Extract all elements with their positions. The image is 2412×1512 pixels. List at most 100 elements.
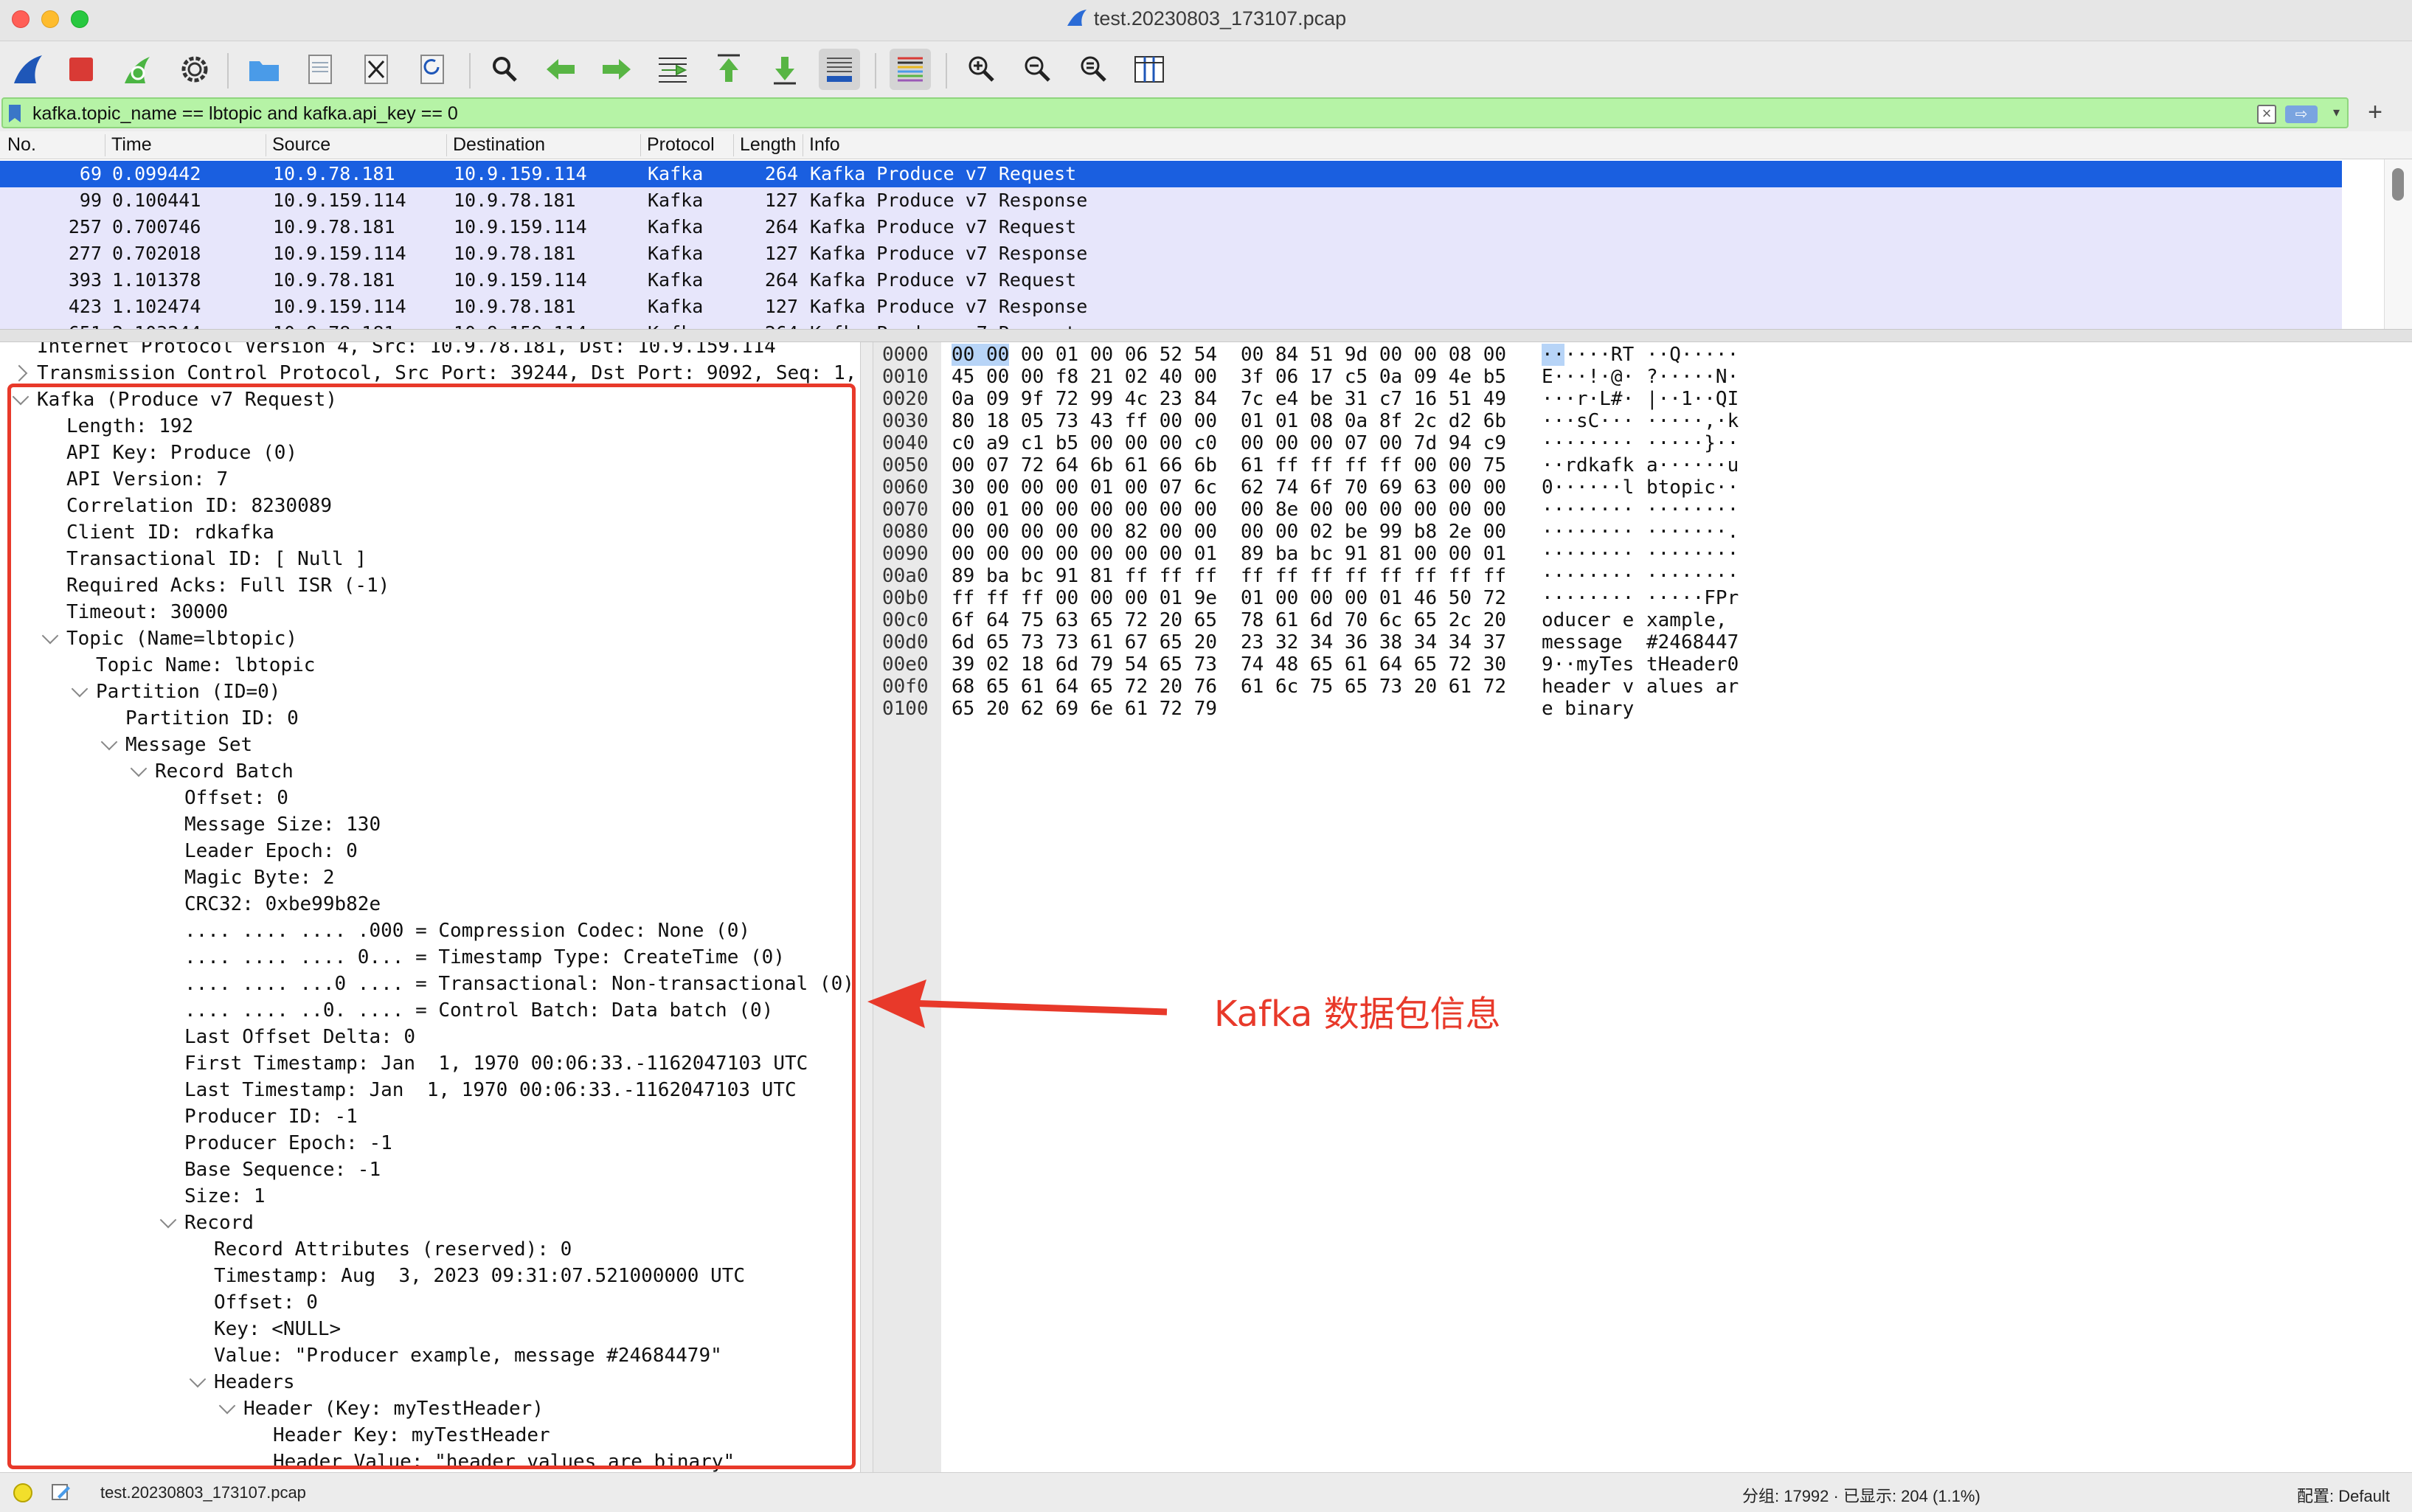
detail-tree-item[interactable]: Producer ID: -1	[184, 1103, 358, 1130]
byte-hex-group[interactable]: 89 ba bc 91 81 00 00 01	[1241, 543, 1506, 565]
byte-ascii-group[interactable]: #2468447	[1646, 631, 1739, 653]
expand-chevron-icon[interactable]	[130, 760, 148, 777]
byte-hex-group[interactable]: 30 00 00 00 01 00 07 6c	[952, 476, 1217, 499]
byte-ascii-group[interactable]: ······RT	[1542, 344, 1634, 366]
display-filter-input[interactable]: kafka.topic_name == lbtopic and kafka.ap…	[32, 103, 458, 125]
resize-columns-icon[interactable]	[1129, 49, 1170, 90]
byte-ascii-group[interactable]: ········	[1646, 543, 1739, 565]
go-forward-icon[interactable]	[596, 49, 637, 90]
detail-tree-item[interactable]: Length: 192	[66, 413, 193, 440]
save-file-icon[interactable]	[299, 49, 341, 90]
detail-tree-item[interactable]: Base Sequence: -1	[184, 1156, 381, 1183]
byte-hex-group[interactable]: c0 a9 c1 b5 00 00 00 c0	[952, 432, 1217, 454]
byte-hex-group[interactable]: 45 00 00 f8 21 02 40 00	[952, 366, 1217, 388]
byte-ascii-group[interactable]: btopic··	[1646, 476, 1739, 499]
byte-ascii-group[interactable]: |··1··QI	[1646, 388, 1739, 410]
detail-tree-item[interactable]: Size: 1	[184, 1183, 266, 1210]
byte-ascii-group[interactable]: ········	[1542, 543, 1634, 565]
detail-tree-item[interactable]: Transmission Control Protocol, Src Port:…	[37, 360, 856, 386]
byte-ascii-group[interactable]: a······u	[1646, 454, 1739, 476]
byte-ascii-group[interactable]: ·······.	[1646, 521, 1739, 543]
packet-details-pane[interactable]: Internet Protocol Version 4, Src: 10.9.7…	[0, 342, 860, 1472]
column-header-time[interactable]: Time	[105, 134, 152, 156]
selected-bytes[interactable]: 00 00	[952, 344, 1010, 366]
packet-row[interactable]: 393 1.101378 10.9.78.181 10.9.159.114 Kafka 2…	[0, 267, 2342, 294]
first-packet-icon[interactable]	[708, 49, 749, 90]
byte-ascii-group[interactable]: 9··myTes	[1542, 653, 1634, 676]
byte-hex-group[interactable]: 80 18 05 73 43 ff 00 00	[952, 410, 1217, 432]
detail-tree-item[interactable]: API Key: Produce (0)	[66, 440, 297, 466]
detail-tree-item[interactable]: Producer Epoch: -1	[184, 1130, 392, 1156]
detail-tree-item[interactable]: Timeout: 30000	[66, 599, 228, 625]
detail-tree-item[interactable]: Last Offset Delta: 0	[184, 1024, 415, 1050]
normal-size-icon[interactable]	[1072, 49, 1114, 90]
byte-hex-group[interactable]: ff ff ff 00 00 00 01 9e	[952, 587, 1217, 609]
byte-ascii-group[interactable]: message	[1542, 631, 1634, 653]
byte-ascii-group[interactable]: ···r·L#·	[1542, 388, 1634, 410]
detail-tree-item[interactable]: Leader Epoch: 0	[184, 838, 358, 864]
detail-tree-item[interactable]: Headers	[214, 1369, 295, 1395]
byte-ascii-group[interactable]: ·····FPr	[1646, 587, 1739, 609]
open-folder-icon[interactable]	[243, 49, 285, 90]
packet-list-scrollbar[interactable]	[2384, 159, 2412, 329]
byte-hex-group[interactable]: 01 00 00 00 01 46 50 72	[1241, 587, 1506, 609]
byte-ascii-group[interactable]: xample,	[1646, 609, 1739, 631]
byte-hex-group[interactable]: 7c e4 be 31 c7 16 51 49	[1241, 388, 1506, 410]
byte-ascii-group[interactable]: ········	[1542, 587, 1634, 609]
packet-row[interactable]: 651 2.103244 10.9.78.181 10.9.159.114 Kafka 2…	[0, 320, 2342, 329]
expand-chevron-icon[interactable]	[71, 680, 89, 698]
detail-tree-item[interactable]: Topic Name: lbtopic	[96, 652, 315, 679]
byte-ascii-group[interactable]: ···sC···	[1542, 410, 1634, 432]
byte-hex-group[interactable]: 23 32 34 36 38 34 34 37	[1241, 631, 1506, 653]
options-gear-icon[interactable]	[174, 49, 215, 90]
byte-ascii-group[interactable]: ········	[1646, 565, 1739, 587]
detail-tree-item[interactable]: Partition ID: 0	[125, 705, 299, 732]
pane-splitter[interactable]	[0, 329, 2412, 342]
detail-tree-item[interactable]: Key: <NULL>	[214, 1316, 341, 1342]
detail-tree-item[interactable]: Record Attributes (reserved): 0	[214, 1236, 572, 1263]
byte-hex-group[interactable]: 00 00 00 00 00 82 00 00	[952, 521, 1217, 543]
collapse-chevron-icon[interactable]	[10, 364, 28, 382]
byte-ascii-group[interactable]: ········	[1646, 499, 1739, 521]
packet-row[interactable]: 277 0.702018 10.9.159.114 10.9.78.181 Kafka 1…	[0, 240, 2342, 267]
detail-tree-item[interactable]: Internet Protocol Version 4, Src: 10.9.7…	[37, 342, 776, 360]
byte-hex-group[interactable]: 68 65 61 64 65 72 20 76	[952, 676, 1217, 698]
bookmark-icon[interactable]	[9, 105, 21, 122]
reload-icon[interactable]	[412, 49, 453, 90]
expand-chevron-icon[interactable]	[218, 1397, 236, 1415]
byte-hex-group[interactable]: 00 01 00 00 00 00 00 00	[952, 499, 1217, 521]
scrollbar-thumb[interactable]	[2392, 168, 2404, 201]
detail-tree-item[interactable]: Last Timestamp: Jan 1, 1970 00:06:33.-11…	[184, 1077, 797, 1103]
detail-tree-item[interactable]: Partition (ID=0)	[96, 679, 280, 705]
expand-chevron-icon[interactable]	[41, 627, 59, 645]
colorize-icon[interactable]	[890, 49, 931, 90]
detail-tree-item[interactable]: Timestamp: Aug 3, 2023 09:31:07.52100000…	[214, 1263, 745, 1289]
detail-tree-item[interactable]: Value: "Producer example, message #24684…	[214, 1342, 722, 1369]
autoscroll-icon[interactable]	[819, 49, 860, 90]
expert-info-icon[interactable]	[13, 1483, 32, 1502]
status-profile[interactable]: 配置: Default	[2297, 1483, 2390, 1507]
column-header-source[interactable]: Source	[266, 134, 330, 156]
byte-ascii-group[interactable]: ········	[1542, 432, 1634, 454]
column-header-length[interactable]: Length	[733, 134, 796, 156]
byte-ascii-group[interactable]: ········	[1542, 565, 1634, 587]
byte-hex-group[interactable]: 00 8e 00 00 00 00 00 00	[1241, 499, 1506, 521]
byte-hex-group[interactable]: 00 07 72 64 6b 61 66 6b	[952, 454, 1217, 476]
detail-tree-item[interactable]: CRC32: 0xbe99b82e	[184, 891, 381, 918]
column-header-protocol[interactable]: Protocol	[640, 134, 715, 156]
detail-tree-item[interactable]: Header Key: myTestHeader	[273, 1422, 550, 1449]
detail-tree-item[interactable]: Header (Key: myTestHeader)	[243, 1395, 544, 1422]
selected-ascii[interactable]: ··	[1542, 344, 1565, 366]
expand-chevron-icon[interactable]	[159, 1211, 177, 1229]
column-header-no[interactable]: No.	[1, 134, 36, 156]
find-magnifier-icon[interactable]	[484, 49, 525, 90]
detail-tree-item[interactable]: Required Acks: Full ISR (-1)	[66, 572, 389, 599]
go-to-packet-icon[interactable]	[652, 49, 693, 90]
byte-hex-group[interactable]: ff ff ff ff ff ff ff ff	[1241, 565, 1506, 587]
packet-list[interactable]: No. Time Source Destination Protocol Len…	[0, 131, 2412, 329]
go-back-icon[interactable]	[540, 49, 581, 90]
detail-tree-item[interactable]: Kafka (Produce v7 Request)	[37, 386, 337, 413]
byte-ascii-group[interactable]: ··Q·····	[1646, 344, 1739, 366]
restart-icon[interactable]	[117, 49, 158, 90]
byte-hex-group[interactable]: 00 84 51 9d 00 00 08 00	[1241, 344, 1506, 366]
